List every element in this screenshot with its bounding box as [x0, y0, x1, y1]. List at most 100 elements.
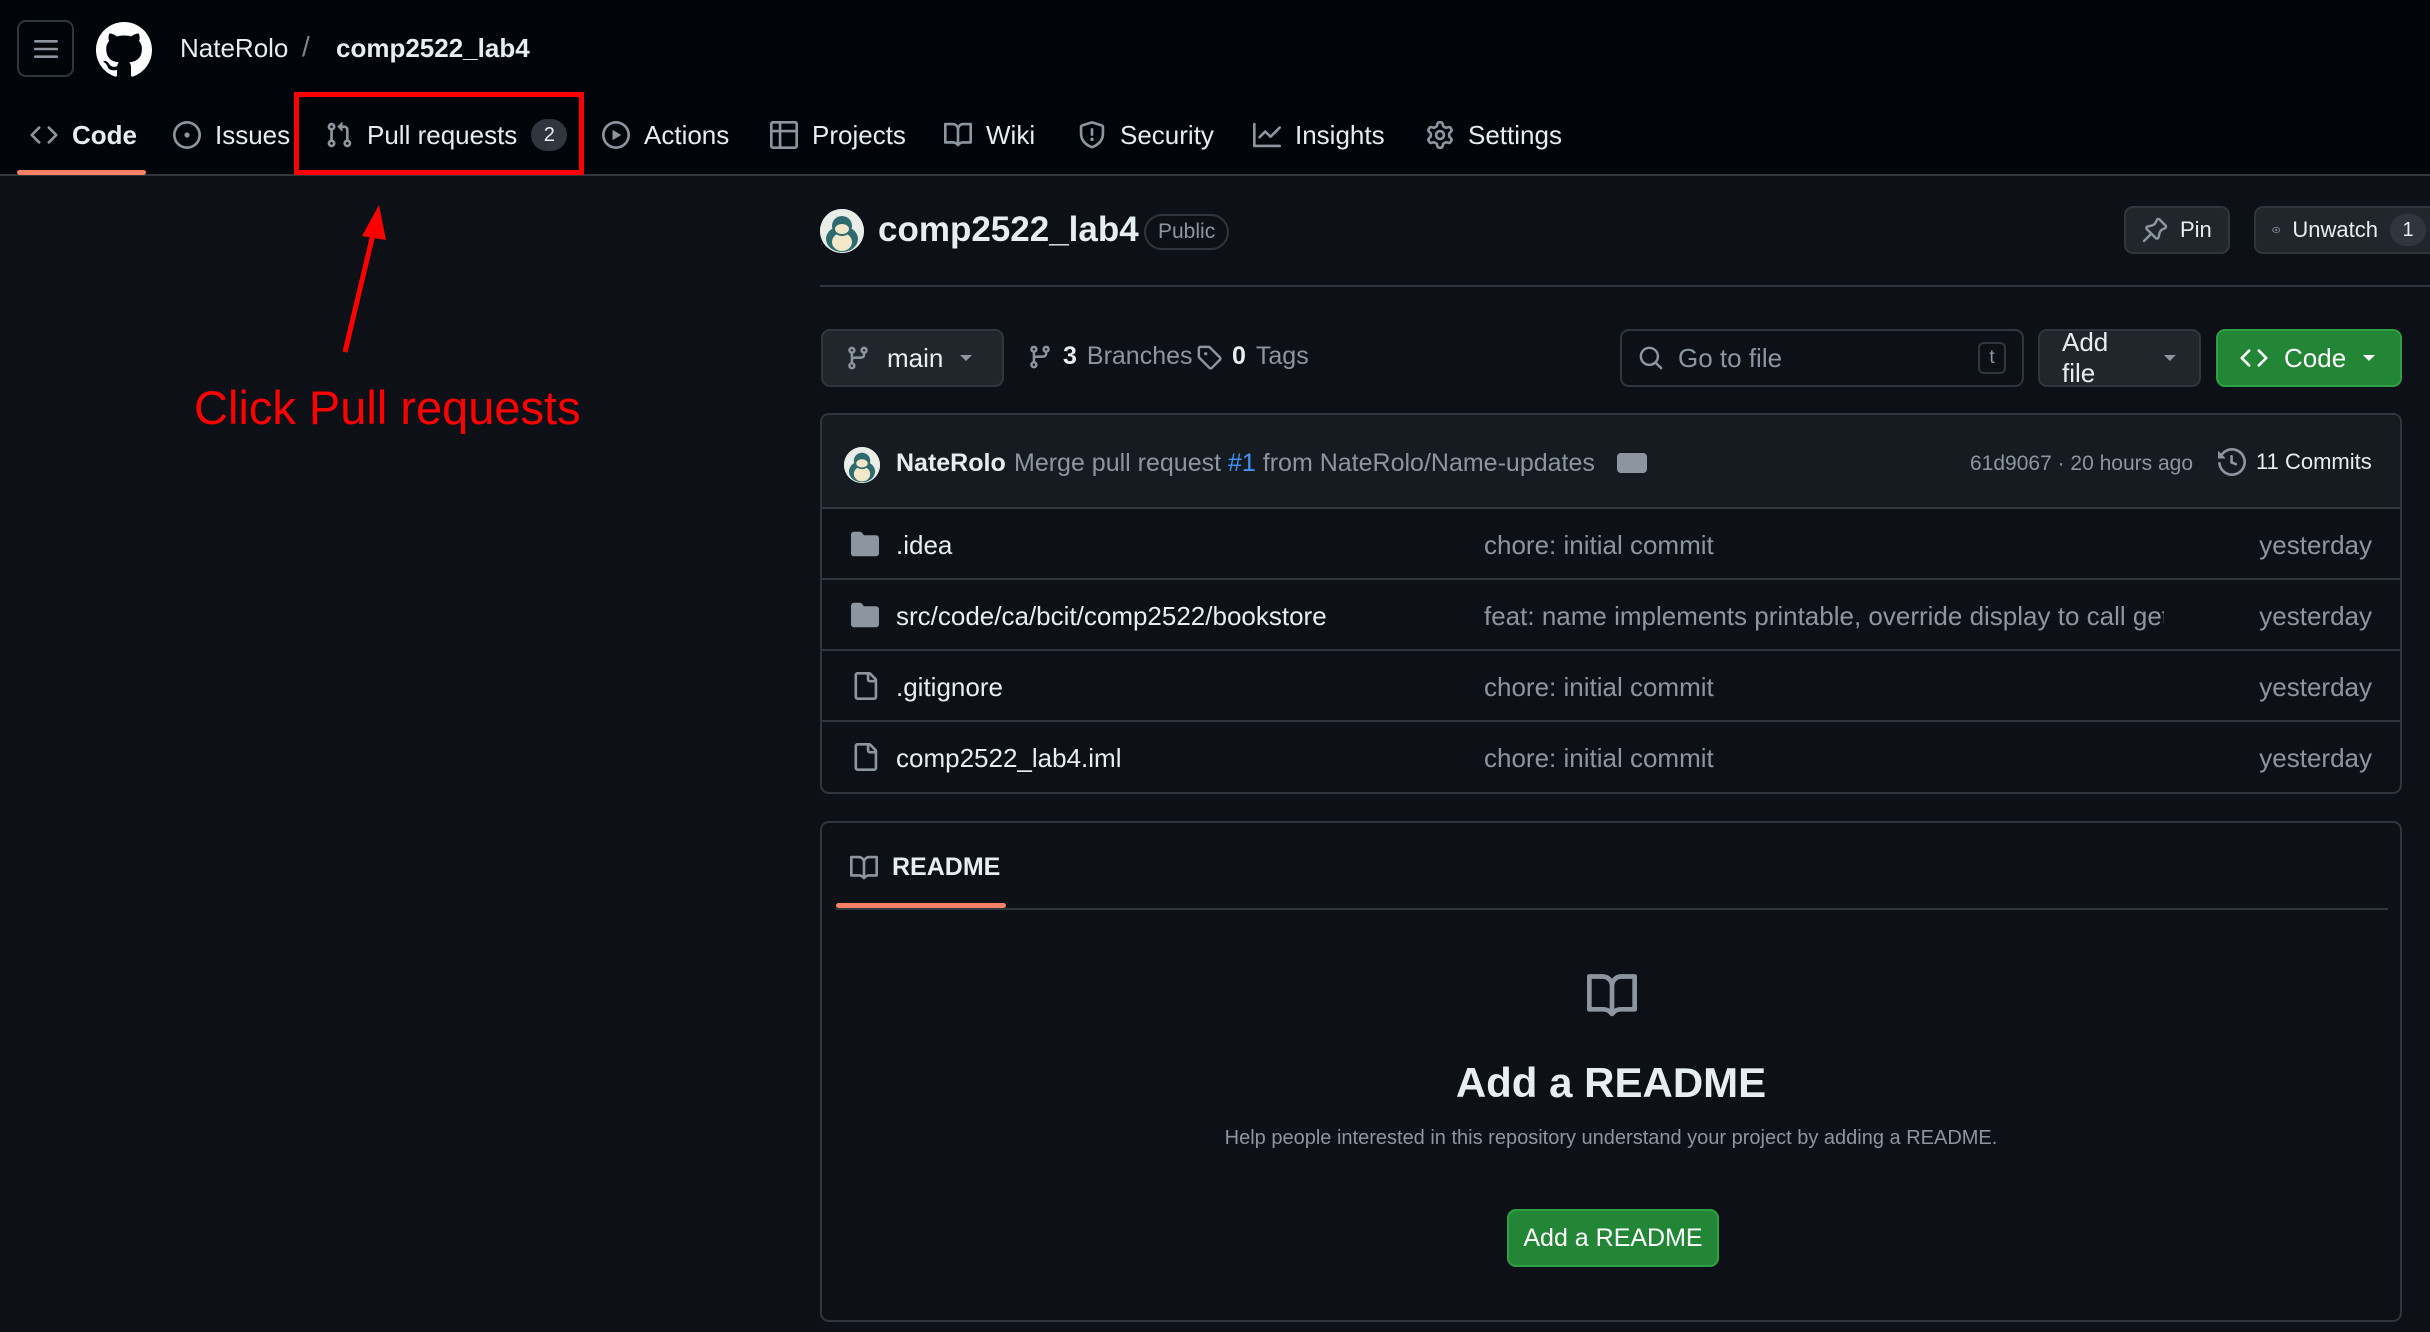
- shield-icon: [1079, 121, 1105, 149]
- pin-button[interactable]: Pin: [2124, 206, 2230, 254]
- repo-owner-avatar[interactable]: [820, 209, 864, 253]
- tab-code[interactable]: Code: [30, 112, 137, 158]
- hamburger-menu-button[interactable]: [17, 20, 74, 77]
- branches-label: Branches: [1086, 342, 1193, 370]
- branch-selector[interactable]: main: [821, 329, 1004, 387]
- menu-icon: [33, 39, 58, 58]
- caret-down-icon: [960, 355, 973, 361]
- tab-issues[interactable]: Issues: [173, 112, 290, 158]
- pin-label: Pin: [2180, 217, 2212, 242]
- tab-wiki-label: Wiki: [986, 119, 1036, 150]
- readme-panel: README Add a README Help people interest…: [820, 821, 2402, 1322]
- table-icon: [770, 121, 798, 149]
- tags-link[interactable]: 0 Tags: [1196, 342, 1309, 371]
- commit-message[interactable]: Merge pull request #1 from NateRolo/Name…: [1014, 449, 1595, 478]
- file-browser: NateRolo Merge pull request #1 from Nate…: [820, 413, 2402, 794]
- file-row[interactable]: .gitignore chore: initial commit yesterd…: [822, 651, 2400, 722]
- unwatch-button[interactable]: Unwatch 1: [2254, 206, 2430, 254]
- file-date: yesterday: [2259, 530, 2372, 560]
- commits-history-link[interactable]: 11 Commits: [2218, 448, 2372, 476]
- tags-count: 0: [1232, 342, 1246, 370]
- tab-security-label: Security: [1120, 119, 1214, 150]
- code-dropdown-label: Code: [2284, 342, 2347, 373]
- tab-issues-label: Issues: [215, 119, 291, 150]
- tab-wiki[interactable]: Wiki: [944, 112, 1035, 158]
- tab-settings-label: Settings: [1468, 119, 1562, 150]
- code-icon: [2240, 349, 2268, 367]
- gear-icon: [1427, 121, 1453, 149]
- tags-label: Tags: [1255, 342, 1309, 370]
- folder-icon: [851, 602, 879, 628]
- file-date: yesterday: [2259, 743, 2372, 773]
- code-icon: [30, 126, 58, 144]
- graph-icon: [1253, 122, 1281, 148]
- code-dropdown-button[interactable]: Code: [2216, 329, 2402, 387]
- visibility-badge: Public: [1144, 214, 1230, 250]
- commit-hash-time[interactable]: 61d9067 · 20 hours ago: [1970, 452, 2193, 476]
- tab-projects[interactable]: Projects: [770, 112, 906, 158]
- snorlax-avatar-icon: [820, 209, 864, 253]
- file-name[interactable]: src/code/ca/bcit/comp2522/bookstore: [896, 601, 1327, 632]
- tab-code-label: Code: [72, 119, 137, 150]
- go-to-file-input[interactable]: Go to file t: [1620, 329, 2024, 387]
- file-name[interactable]: .idea: [896, 530, 952, 561]
- file-icon: [854, 743, 878, 771]
- file-date: yesterday: [2259, 672, 2372, 702]
- readme-tab-divider: [836, 908, 2388, 910]
- folder-icon: [851, 531, 879, 557]
- pin-icon: [2142, 217, 2168, 243]
- tab-insights-label: Insights: [1295, 119, 1385, 150]
- github-logo-icon[interactable]: [96, 22, 152, 78]
- caret-down-icon: [2164, 355, 2177, 361]
- file-icon: [854, 672, 878, 700]
- keyboard-shortcut-hint: t: [1978, 342, 2006, 374]
- branches-link[interactable]: 3 Branches: [1027, 342, 1193, 371]
- eye-icon: [2272, 226, 2281, 234]
- file-row[interactable]: comp2522_lab4.iml chore: initial commit …: [822, 722, 2400, 792]
- branch-icon: [1030, 345, 1050, 368]
- branch-name: main: [887, 342, 944, 373]
- readme-tab[interactable]: README: [850, 853, 1000, 882]
- add-file-button[interactable]: Add file: [2038, 327, 2201, 388]
- caret-down-icon: [2363, 355, 2376, 361]
- tab-insights[interactable]: Insights: [1253, 112, 1385, 158]
- expand-commit-message-button[interactable]: [1617, 453, 1647, 473]
- file-commit-message[interactable]: chore: initial commit: [1484, 672, 1714, 703]
- readme-tab-label: README: [892, 853, 1001, 881]
- active-tab-indicator: [17, 170, 146, 175]
- file-row[interactable]: .idea chore: initial commit yesterday: [822, 509, 2400, 580]
- commit-pr-link[interactable]: #1: [1228, 449, 1256, 477]
- branches-count: 3: [1063, 342, 1077, 370]
- file-commit-message[interactable]: chore: initial commit: [1484, 530, 1714, 561]
- commits-count-label: 11 Commits: [2256, 449, 2372, 474]
- file-name[interactable]: .gitignore: [896, 672, 1003, 703]
- file-commit-message[interactable]: feat: name implements printable, overrid…: [1484, 601, 2164, 632]
- annotation-arrow-icon: [342, 205, 386, 353]
- search-icon: [1639, 346, 1663, 370]
- file-name[interactable]: comp2522_lab4.iml: [896, 743, 1121, 774]
- file-row[interactable]: src/code/ca/bcit/comp2522/bookstore feat…: [822, 580, 2400, 651]
- go-to-file-placeholder: Go to file: [1678, 342, 1783, 373]
- tab-security[interactable]: Security: [1078, 112, 1214, 158]
- breadcrumb-repo[interactable]: comp2522_lab4: [336, 33, 530, 64]
- issue-icon: [173, 121, 201, 149]
- commit-author-avatar[interactable]: [844, 447, 880, 483]
- watch-count-badge: 1: [2390, 214, 2426, 246]
- commit-author[interactable]: NateRolo: [896, 449, 1006, 478]
- repo-title[interactable]: comp2522_lab4: [878, 210, 1139, 250]
- tab-actions[interactable]: Actions: [602, 112, 729, 158]
- tab-settings[interactable]: Settings: [1426, 112, 1562, 158]
- unwatch-label: Unwatch: [2292, 217, 2378, 242]
- repo-header-divider: [820, 285, 2430, 287]
- add-file-label: Add file: [2062, 327, 2109, 388]
- play-icon: [602, 121, 630, 149]
- file-date: yesterday: [2259, 601, 2372, 631]
- annotation-label: Click Pull requests: [194, 381, 581, 434]
- book-icon: [1587, 974, 1638, 1017]
- add-readme-button[interactable]: Add a README: [1507, 1209, 1719, 1267]
- breadcrumb-owner[interactable]: NateRolo: [180, 33, 288, 64]
- readme-active-indicator: [836, 903, 1006, 908]
- file-commit-message[interactable]: chore: initial commit: [1484, 743, 1714, 774]
- book-icon: [944, 122, 972, 147]
- history-icon: [2218, 448, 2246, 476]
